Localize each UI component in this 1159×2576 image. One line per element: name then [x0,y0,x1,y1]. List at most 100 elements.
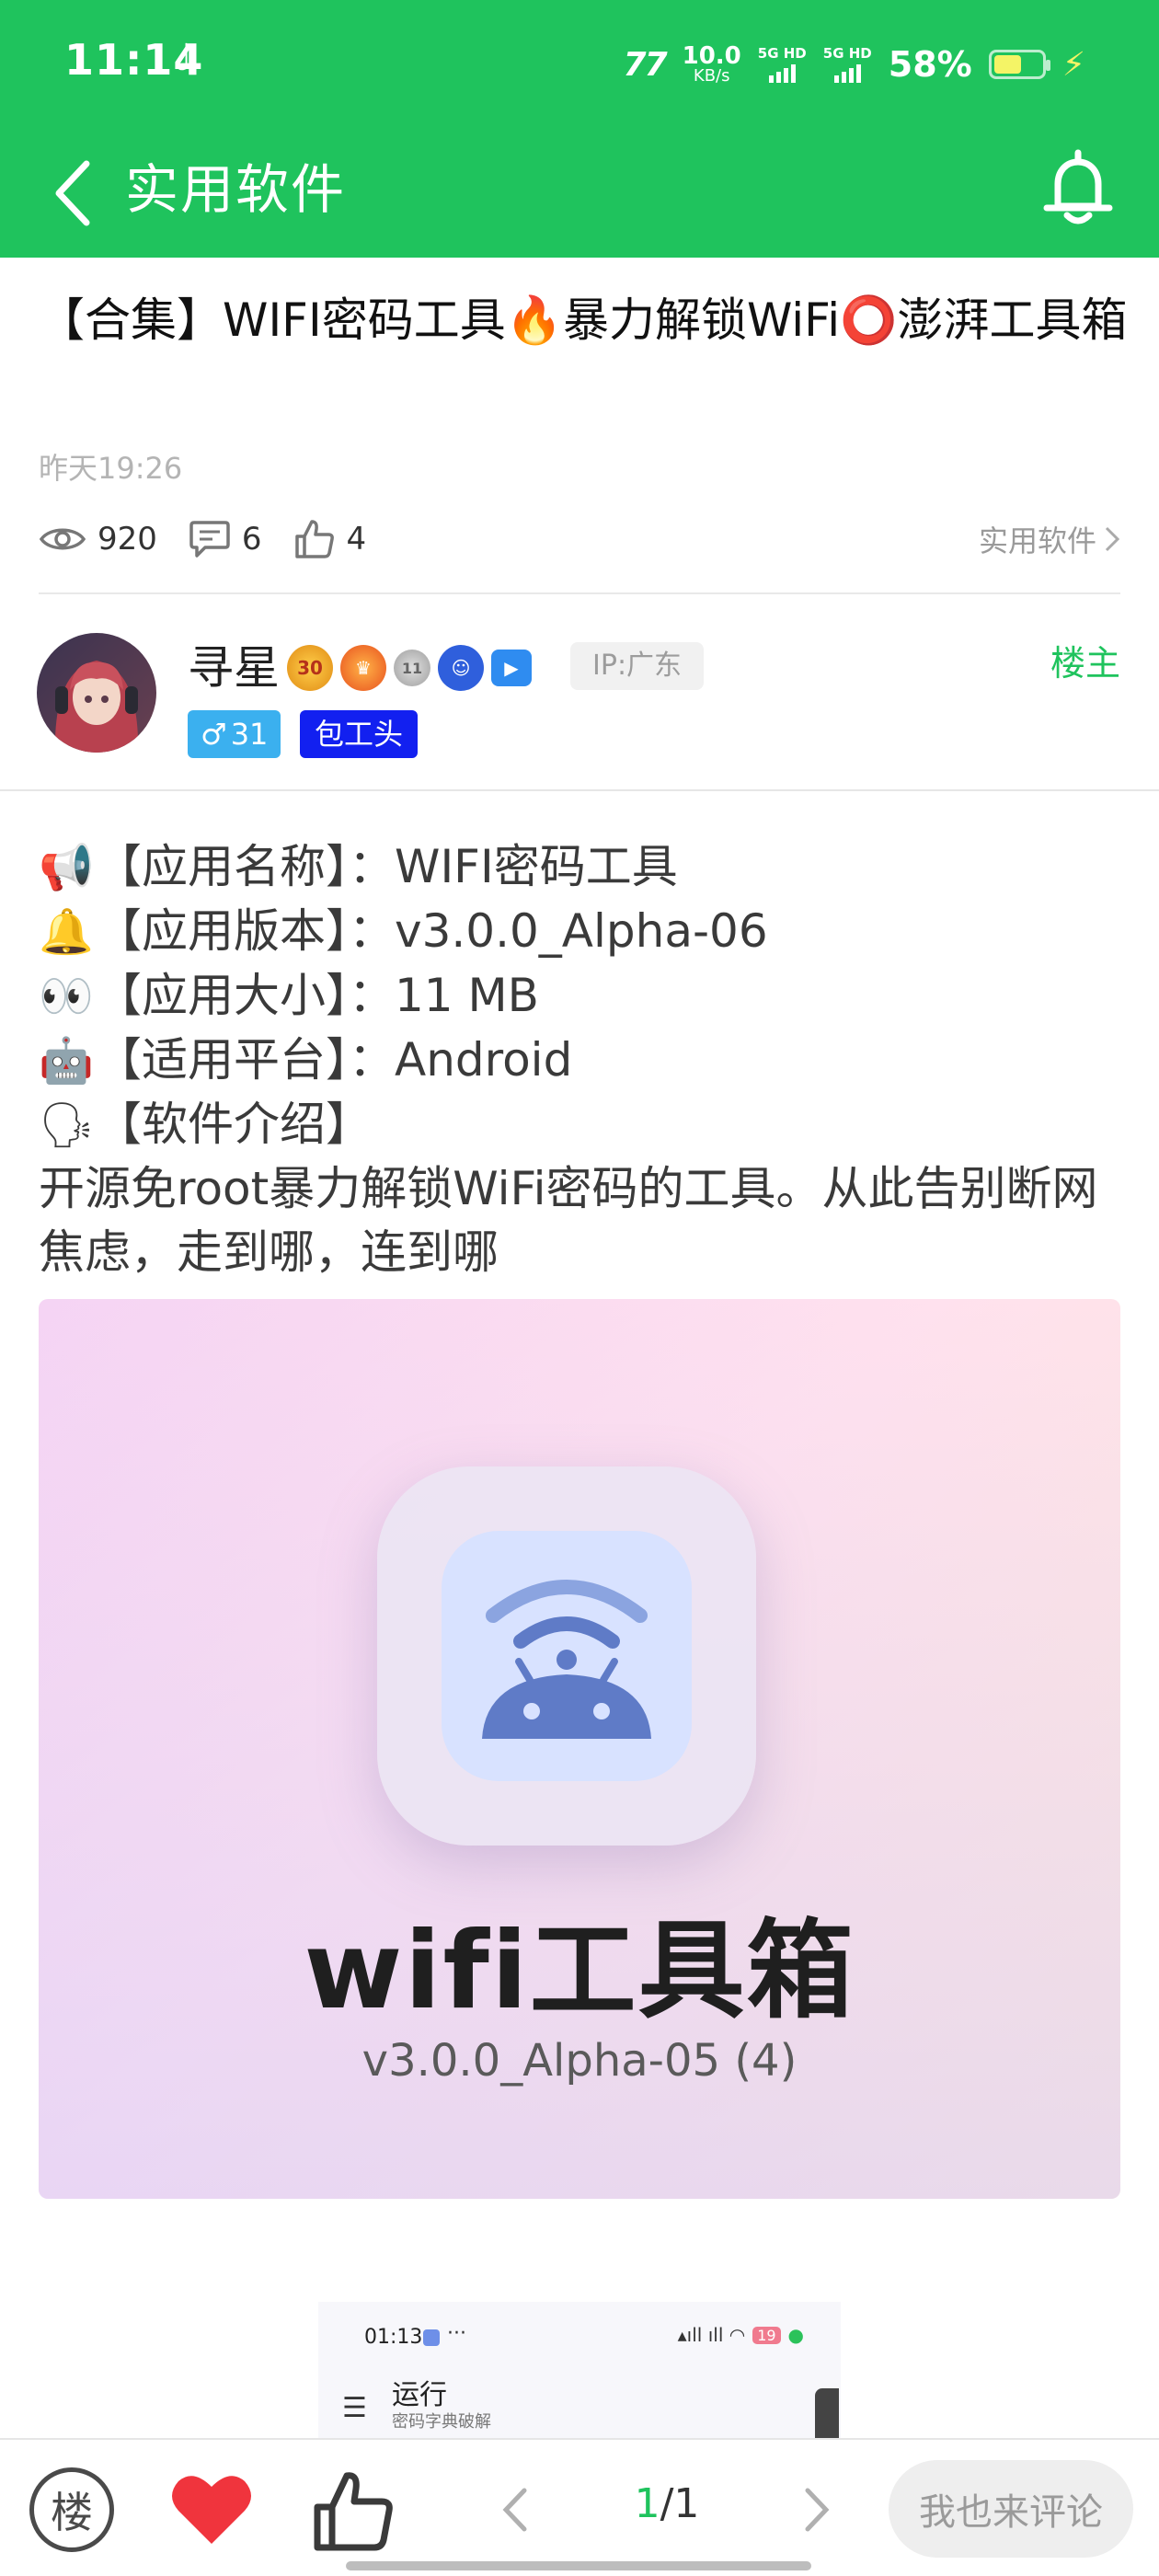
notification-button[interactable] [1032,138,1124,239]
network-speed-unit: KB/s [693,66,730,86]
gender-level: 31 [230,717,269,752]
post-title: 【合集】WIFI密码工具🔥暴力解锁WiFi⭕澎湃工具箱 [39,293,1128,347]
bell-icon [1043,149,1113,224]
post-stats: 920 6 4 实用软件 [39,512,1120,567]
app-icon [442,1531,692,1781]
chevron-left-icon [502,2488,527,2532]
views-count: 920 [98,521,157,558]
op-label: 楼主 [1050,643,1120,684]
info-text: 【应用名称】：WIFI密码工具 [96,840,678,893]
wifi-android-icon [482,1580,651,1739]
bell-emoji-icon: 🔔 [39,906,94,958]
chevron-right-icon [805,2488,830,2532]
charging-icon: ⚡ [1061,45,1085,84]
battery-percent: 58% [888,44,972,85]
info-line-size: 👀【应用大小】：11 MB [39,964,1133,1029]
screenshot-battery: 19 [752,2326,781,2344]
page-indicator[interactable]: 1/1 [607,2480,727,2527]
crown-medal-icon: ♛ [340,645,386,691]
home-indicator[interactable] [346,2561,811,2570]
eye-icon [39,528,86,550]
screenshot-time: 01:13 [364,2326,423,2349]
info-line-version: 🔔【应用版本】：v3.0.0_Alpha-06 [39,900,1133,964]
signal-sim1-icon: 5G HD [757,44,807,83]
info-line-intro: 🗣【软件介绍】 [39,1093,1133,1157]
author-badges: 30 ♛ 11 ☺ ▶ [287,640,532,696]
screenshot-subtitle: 密码字典破解 [392,2412,491,2432]
page-title: 实用软件 [125,158,347,221]
info-line-app-name: 📢【应用名称】：WIFI密码工具 [39,835,1133,900]
gender-level-tag: ♂ 31 [188,710,281,758]
face-badge-icon: ☺ [438,645,484,691]
comment-input[interactable]: 我也来评论 [889,2460,1133,2558]
app-bar: 实用软件 [0,129,1159,258]
post-description: 开源免root暴力解锁WiFi密码的工具。从此告别断网焦虑，走到哪，连到哪 [39,1162,1098,1279]
video-badge-icon: ▶ [491,650,532,686]
signal-icon: ▴ıll ıll ◠ [677,2324,746,2346]
divider [0,789,1159,791]
speaking-head-icon: 🗣 [39,1099,95,1151]
back-button[interactable] [35,147,109,239]
robot-icon: 🤖 [39,1035,94,1087]
thumbs-up-icon [294,520,334,558]
comment-placeholder: 我也来评论 [919,2491,1103,2534]
chevron-left-icon [55,160,90,226]
avatar[interactable] [37,633,156,753]
thumbs-up-icon [314,2472,393,2551]
app-notification-icon [423,2329,440,2346]
favorite-button[interactable] [167,2467,256,2550]
page-total: /1 [660,2480,700,2527]
banner-version: v3.0.0_Alpha-05 (4) [361,2035,798,2087]
network-speed: 10.0 KB/s [683,44,741,85]
next-page-button[interactable] [786,2473,850,2547]
divider [39,592,1120,594]
status-bar: 11:14 ♪ 77 10.0 KB/s 5G HD 5G HD 58% ⚡ [0,0,1159,129]
banner-app-name: wifi工具箱 [304,1909,855,2033]
info-line-platform: 🤖【适用平台】：Android [39,1029,1133,1093]
avatar-image [37,633,156,753]
info-text: 【软件介绍】 [96,1098,372,1151]
like-button[interactable] [307,2466,399,2558]
info-text: 【适用平台】：Android [96,1033,573,1087]
green-dot-icon: ● [787,2324,804,2346]
male-icon: ♂ [201,717,227,752]
comments-count: 6 [241,521,262,558]
info-text: 【应用版本】：v3.0.0_Alpha-06 [96,904,768,958]
medal-30-icon: 30 [287,645,333,691]
comment-icon [189,521,230,558]
category-label: 实用软件 [978,523,1096,558]
floor-label: 楼 [51,2488,93,2537]
side-handle [815,2388,839,2438]
prev-page-button[interactable] [482,2473,546,2547]
megaphone-icon: 📢 [39,842,94,893]
signal-sim2-icon: 5G HD [823,46,872,83]
app-header: 11:14 ♪ 77 10.0 KB/s 5G HD 5G HD 58% ⚡ 实… [0,0,1159,258]
chevron-right-icon [1105,526,1120,552]
post-image-banner[interactable]: wifi工具箱 v3.0.0_Alpha-05 (4) [39,1299,1120,2199]
author-title-tag: 包工头 [300,710,419,758]
floor-button[interactable]: 楼 [29,2467,114,2552]
post-image-screenshot[interactable]: 01:13 ··· ▴ıll ıll ◠ 19 ● ☰ 运行 密码字典破解 [318,2302,841,2438]
heart-icon [172,2476,251,2544]
status-icons: 77 10.0 KB/s 5G HD 5G HD 58% ⚡ [624,37,1085,92]
battery-icon [988,50,1050,79]
sim1-type: 5G HD [757,44,807,62]
comments-stat[interactable]: 6 [189,519,262,559]
level-11-icon: 11 [394,650,430,686]
page-current: 1 [634,2480,660,2527]
menu-icon: ☰ [342,2392,367,2424]
post-time: 昨天19:26 [39,451,183,486]
app-icon-frame [377,1466,756,1846]
bottom-toolbar: 楼 1/1 我也来评论 [0,2438,1159,2576]
eyes-icon: 👀 [39,971,94,1022]
views-stat: 920 [39,521,157,558]
network-speed-value: 10.0 [682,42,741,70]
post-content: 📢【应用名称】：WIFI密码工具 🔔【应用版本】：v3.0.0_Alpha-06… [39,835,1133,1284]
category-link[interactable]: 实用软件 [979,518,1120,560]
likes-stat[interactable]: 4 [293,518,367,560]
author-name[interactable]: 寻星 [188,637,280,699]
more-dots: ··· [447,2322,466,2345]
screenshot-status-icons: ▴ıll ıll ◠ 19 ● [678,2324,804,2346]
tiktok-icon: ♪ [175,37,199,79]
likes-count: 4 [346,521,367,558]
